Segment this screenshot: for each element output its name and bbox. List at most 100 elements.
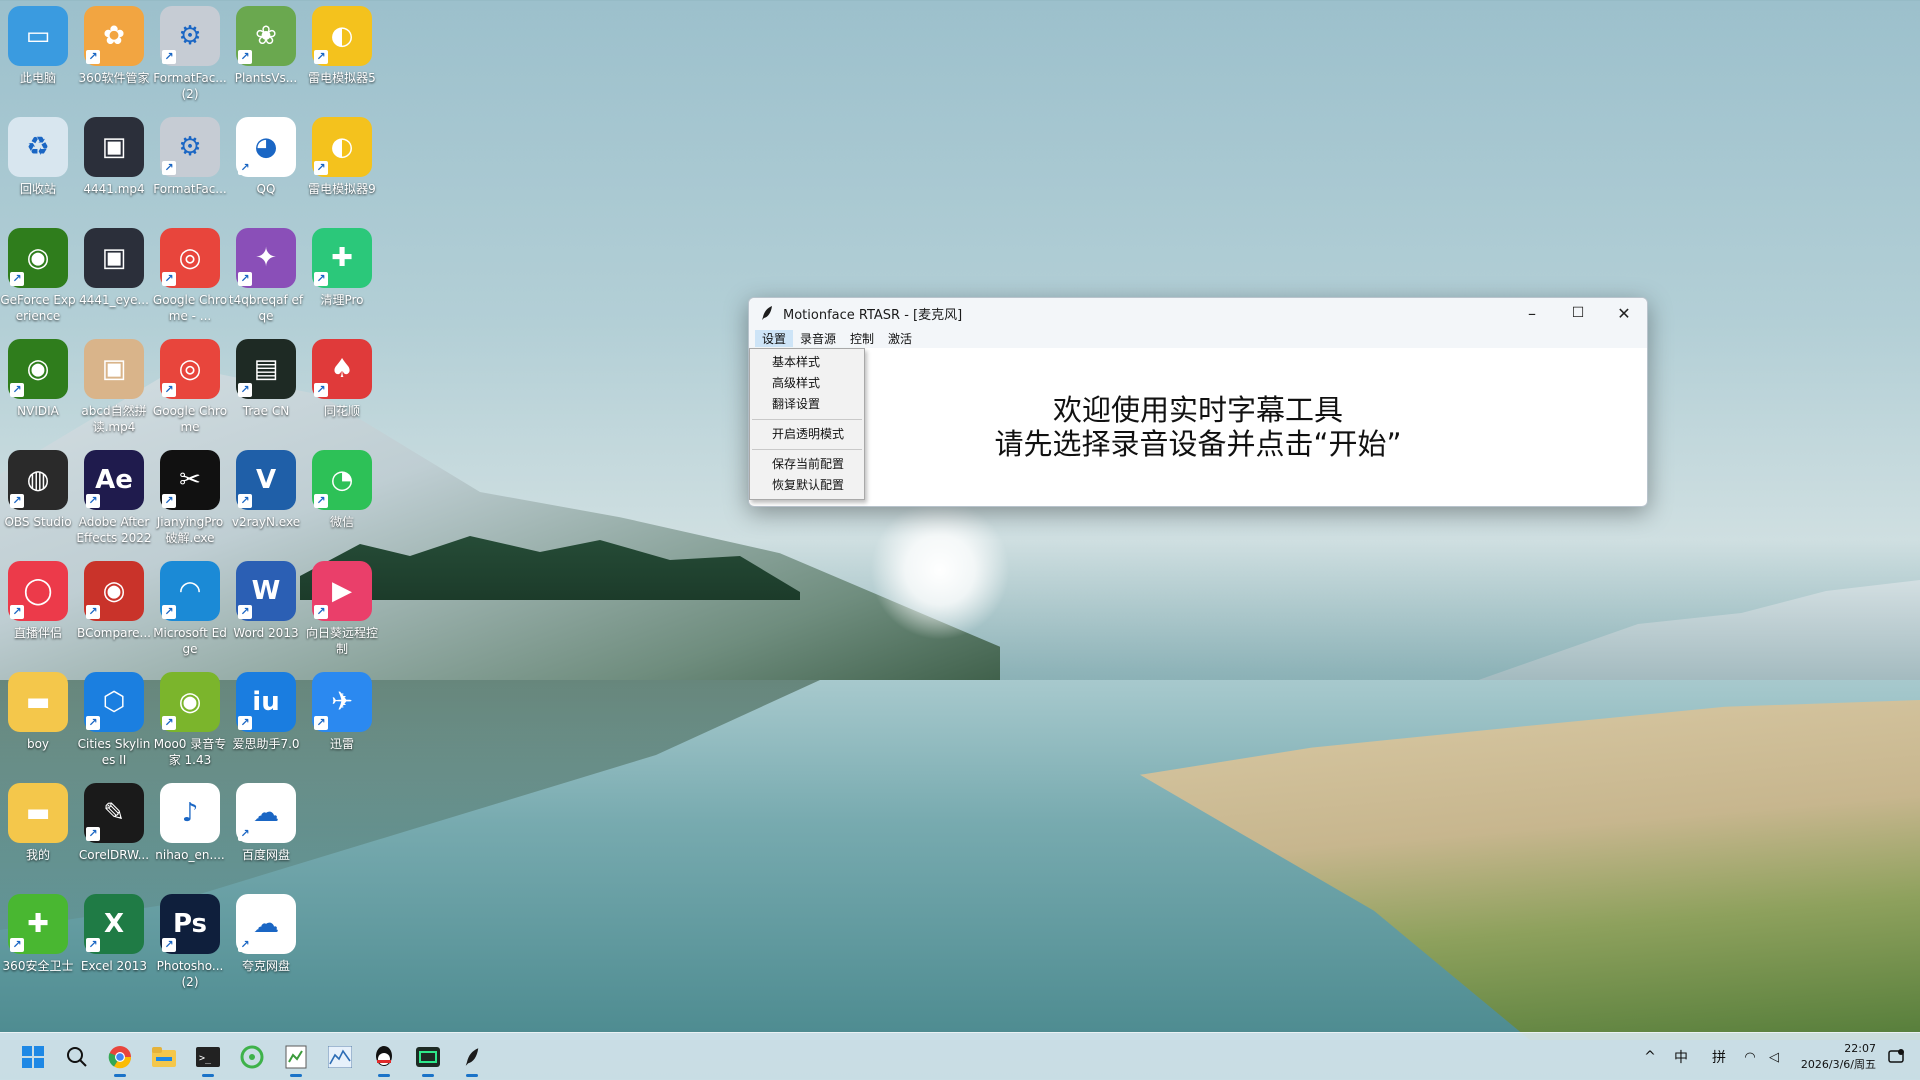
ime-pinyin[interactable]: 拼 bbox=[1700, 1047, 1738, 1067]
desktop-icon[interactable]: ◉ ↗ BCompare... bbox=[76, 561, 152, 667]
taskbar-terminal-icon[interactable]: >_ bbox=[192, 1041, 224, 1077]
menu-activate[interactable]: 激活 bbox=[881, 330, 919, 347]
shortcut-arrow-icon: ↗ bbox=[238, 827, 252, 841]
menu-item-advanced-style[interactable]: 高级样式 bbox=[750, 373, 864, 394]
desktop-icon-label: OBS Studio bbox=[4, 515, 72, 529]
close-button[interactable]: ✕ bbox=[1601, 298, 1647, 328]
desktop-icon-label: QQ bbox=[256, 182, 276, 196]
desktop-icon[interactable]: iu ↗ 爱思助手7.0 bbox=[228, 672, 304, 778]
desktop-icon[interactable]: ▣ 4441.mp4 bbox=[76, 117, 152, 223]
menu-audio-source[interactable]: 录音源 bbox=[793, 330, 843, 347]
taskbar-trae-icon[interactable] bbox=[412, 1041, 444, 1077]
menu-item-translation-settings[interactable]: 翻译设置 bbox=[750, 394, 864, 415]
taskbar-chart-icon[interactable] bbox=[324, 1041, 356, 1073]
shortcut-arrow-icon: ↗ bbox=[238, 272, 252, 286]
taskbar-chrome-icon[interactable] bbox=[104, 1041, 136, 1077]
app-icon: ▭ bbox=[8, 6, 68, 66]
menu-bar: 设置 录音源 控制 激活 bbox=[749, 328, 1647, 348]
taskbar-clock[interactable]: 22:07 2026/3/6/周五 bbox=[1801, 1041, 1876, 1073]
desktop-icon[interactable]: ◍ ↗ OBS Studio bbox=[0, 450, 76, 556]
notification-icon[interactable] bbox=[1884, 1041, 1908, 1073]
shortcut-arrow-icon: ↗ bbox=[238, 161, 252, 175]
desktop-icon[interactable]: ♠ ↗ 同花顺 bbox=[304, 339, 380, 445]
clock-time: 22:07 bbox=[1844, 1042, 1876, 1055]
shortcut-arrow-icon: ↗ bbox=[162, 938, 176, 952]
desktop-icon[interactable]: ◎ ↗ Google Chrome bbox=[152, 339, 228, 445]
menu-item-save-config[interactable]: 保存当前配置 bbox=[750, 454, 864, 475]
taskbar-editor-icon[interactable] bbox=[280, 1041, 312, 1077]
maximize-button[interactable]: ☐ bbox=[1555, 298, 1601, 328]
desktop-icon-label: v2rayN.exe bbox=[231, 515, 301, 529]
caption-area: 欢迎使用实时字幕工具 请先选择录音设备并点击“开始” bbox=[749, 348, 1647, 506]
desktop-icon[interactable]: ✈ ↗ 迅雷 bbox=[304, 672, 380, 778]
desktop-icon[interactable]: X ↗ Excel 2013 bbox=[76, 894, 152, 1000]
desktop-icon[interactable]: ◉ ↗ GeForce Experience bbox=[0, 228, 76, 334]
menu-item-transparent-mode[interactable]: 开启透明模式 bbox=[750, 424, 864, 445]
desktop-icon[interactable]: ▣ 4441_eye... bbox=[76, 228, 152, 334]
app-icon: ◉ ↗ bbox=[160, 672, 220, 732]
menu-settings[interactable]: 设置 bbox=[755, 329, 794, 347]
desktop-icon[interactable]: ◕ ↗ QQ bbox=[228, 117, 304, 223]
desktop-icon[interactable]: ☁ ↗ 夸克网盘 bbox=[228, 894, 304, 1000]
desktop-icon[interactable]: ◉ ↗ Moo0 录音专家 1.43 bbox=[152, 672, 228, 778]
desktop-icon[interactable]: ✦ ↗ t4qbreqaf efqe bbox=[228, 228, 304, 334]
desktop-icon[interactable]: ✿ ↗ 360软件管家 bbox=[76, 6, 152, 112]
taskbar-qq-icon[interactable] bbox=[368, 1041, 400, 1077]
desktop-icon[interactable]: ⬡ ↗ Cities Skylines II bbox=[76, 672, 152, 778]
svg-text:>_: >_ bbox=[199, 1053, 212, 1064]
desktop-icon[interactable]: V ↗ v2rayN.exe bbox=[228, 450, 304, 556]
tray-overflow-chevron-icon[interactable]: ^ bbox=[1638, 1049, 1662, 1065]
desktop-icon[interactable]: ⚙ ↗ FormatFac... (2) bbox=[152, 6, 228, 112]
desktop-icon[interactable]: ✂ ↗ JianyingPro 破解.exe bbox=[152, 450, 228, 556]
desktop-icon[interactable]: ☁ ↗ 百度网盘 bbox=[228, 783, 304, 889]
desktop-icon[interactable]: ✎ ↗ CorelDRW... bbox=[76, 783, 152, 889]
desktop-icon-label: Google Chrome bbox=[152, 404, 228, 434]
desktop-icon-label: Moo0 录音专家 1.43 bbox=[153, 737, 227, 767]
taskbar-moo0-icon[interactable] bbox=[236, 1041, 268, 1073]
desktop-icon[interactable]: ▶ ↗ 向日葵远程控制 bbox=[304, 561, 380, 667]
wifi-icon[interactable]: ◠ bbox=[1738, 1050, 1762, 1065]
volume-icon[interactable]: ◁ bbox=[1762, 1050, 1786, 1065]
menu-item-basic-style[interactable]: 基本样式 bbox=[750, 352, 864, 373]
menu-item-restore-default[interactable]: 恢复默认配置 bbox=[750, 475, 864, 496]
taskbar-explorer-icon[interactable] bbox=[148, 1041, 180, 1073]
minimize-button[interactable]: – bbox=[1509, 298, 1555, 328]
desktop-icon[interactable]: ◠ ↗ Microsoft Edge bbox=[152, 561, 228, 667]
desktop-icon-label: NVIDIA bbox=[17, 404, 59, 418]
desktop-icon[interactable]: ♪ nihao_en.... bbox=[152, 783, 228, 889]
desktop-icon[interactable]: ♻ 回收站 bbox=[0, 117, 76, 223]
desktop-icon[interactable]: ✚ ↗ 360安全卫士 bbox=[0, 894, 76, 1000]
desktop-icon[interactable]: ◎ ↗ Google Chrome - ... bbox=[152, 228, 228, 334]
desktop-icon[interactable]: ✚ ↗ 清理Pro bbox=[304, 228, 380, 334]
desktop-icon[interactable]: ▬ 我的 bbox=[0, 783, 76, 889]
search-icon[interactable] bbox=[61, 1041, 93, 1073]
desktop-icon[interactable]: ▤ ↗ Trae CN bbox=[228, 339, 304, 445]
desktop-icon[interactable]: Ps ↗ Photosho... (2) bbox=[152, 894, 228, 1000]
desktop-icon[interactable]: ◐ ↗ 雷电模拟器5 bbox=[304, 6, 380, 112]
desktop-icon[interactable]: W ↗ Word 2013 bbox=[228, 561, 304, 667]
window-titlebar[interactable]: Motionface RTASR - [麦克风] – ☐ ✕ bbox=[749, 298, 1647, 328]
desktop-icon[interactable]: ⚙ ↗ FormatFac... bbox=[152, 117, 228, 223]
desktop-icon-label: 夸克网盘 bbox=[241, 959, 290, 973]
desktop-icon[interactable]: ▣ abcd自然拼读.mp4 bbox=[76, 339, 152, 445]
desktop-icon[interactable]: Ae ↗ Adobe After Effects 2022 bbox=[76, 450, 152, 556]
app-icon: ✿ ↗ bbox=[84, 6, 144, 66]
ime-mode-chinese[interactable]: 中 bbox=[1662, 1047, 1700, 1067]
app-icon: iu ↗ bbox=[236, 672, 296, 732]
desktop-icon-label: FormatFac... bbox=[153, 182, 227, 196]
desktop-icon[interactable]: ◉ ↗ NVIDIA bbox=[0, 339, 76, 445]
desktop-icon-label: 雷电模拟器9 bbox=[308, 182, 376, 196]
desktop-icon[interactable]: ◔ ↗ 微信 bbox=[304, 450, 380, 556]
menu-control[interactable]: 控制 bbox=[843, 330, 881, 347]
desktop-icon[interactable]: ❀ ↗ PlantsVs... bbox=[228, 6, 304, 112]
desktop-icon-label: JianyingPro 破解.exe bbox=[156, 515, 224, 545]
start-icon[interactable] bbox=[17, 1041, 49, 1073]
shortcut-arrow-icon: ↗ bbox=[238, 938, 252, 952]
desktop-icon[interactable]: ◐ ↗ 雷电模拟器9 bbox=[304, 117, 380, 223]
taskbar-rtasr-icon[interactable] bbox=[456, 1041, 488, 1077]
app-icon: ▣ bbox=[84, 228, 144, 288]
desktop-icon[interactable]: ▬ boy bbox=[0, 672, 76, 778]
desktop-icon[interactable]: ◯ ↗ 直播伴侣 bbox=[0, 561, 76, 667]
app-icon: ◯ ↗ bbox=[8, 561, 68, 621]
desktop-icon[interactable]: ▭ 此电脑 bbox=[0, 6, 76, 112]
